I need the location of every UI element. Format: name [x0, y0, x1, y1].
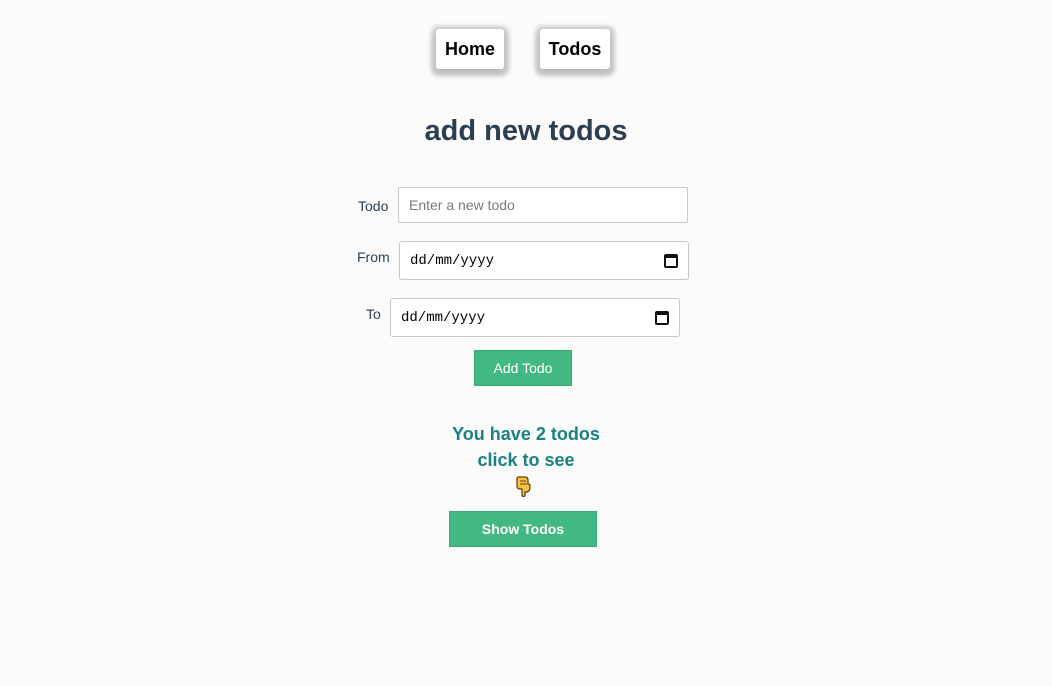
- from-date-label: From: [357, 249, 390, 265]
- show-todos-button[interactable]: Show Todos: [449, 511, 597, 547]
- top-nav: Home Todos: [0, 29, 1052, 69]
- to-date-input[interactable]: dd/mm/yyyy: [390, 298, 680, 337]
- todo-input[interactable]: [398, 187, 688, 223]
- page: Home Todos add new todos Todo From dd/mm…: [0, 0, 1052, 686]
- calendar-icon[interactable]: [664, 253, 678, 268]
- click-hint-text: click to see: [477, 450, 575, 470]
- add-todo-button[interactable]: Add Todo: [474, 350, 572, 386]
- from-date-value: dd/mm/yyyy: [410, 252, 495, 269]
- pointing-down-hand-icon: [516, 476, 531, 497]
- to-date-label: To: [366, 306, 381, 322]
- to-date-value: dd/mm/yyyy: [401, 309, 486, 326]
- calendar-icon[interactable]: [655, 310, 669, 325]
- page-title: add new todos: [424, 115, 628, 147]
- nav-todos-link[interactable]: Todos: [540, 29, 610, 69]
- nav-home-link[interactable]: Home: [436, 29, 504, 69]
- todo-count-text: You have 2 todos: [452, 424, 600, 444]
- from-date-input[interactable]: dd/mm/yyyy: [399, 241, 689, 280]
- todo-label: Todo: [358, 198, 389, 214]
